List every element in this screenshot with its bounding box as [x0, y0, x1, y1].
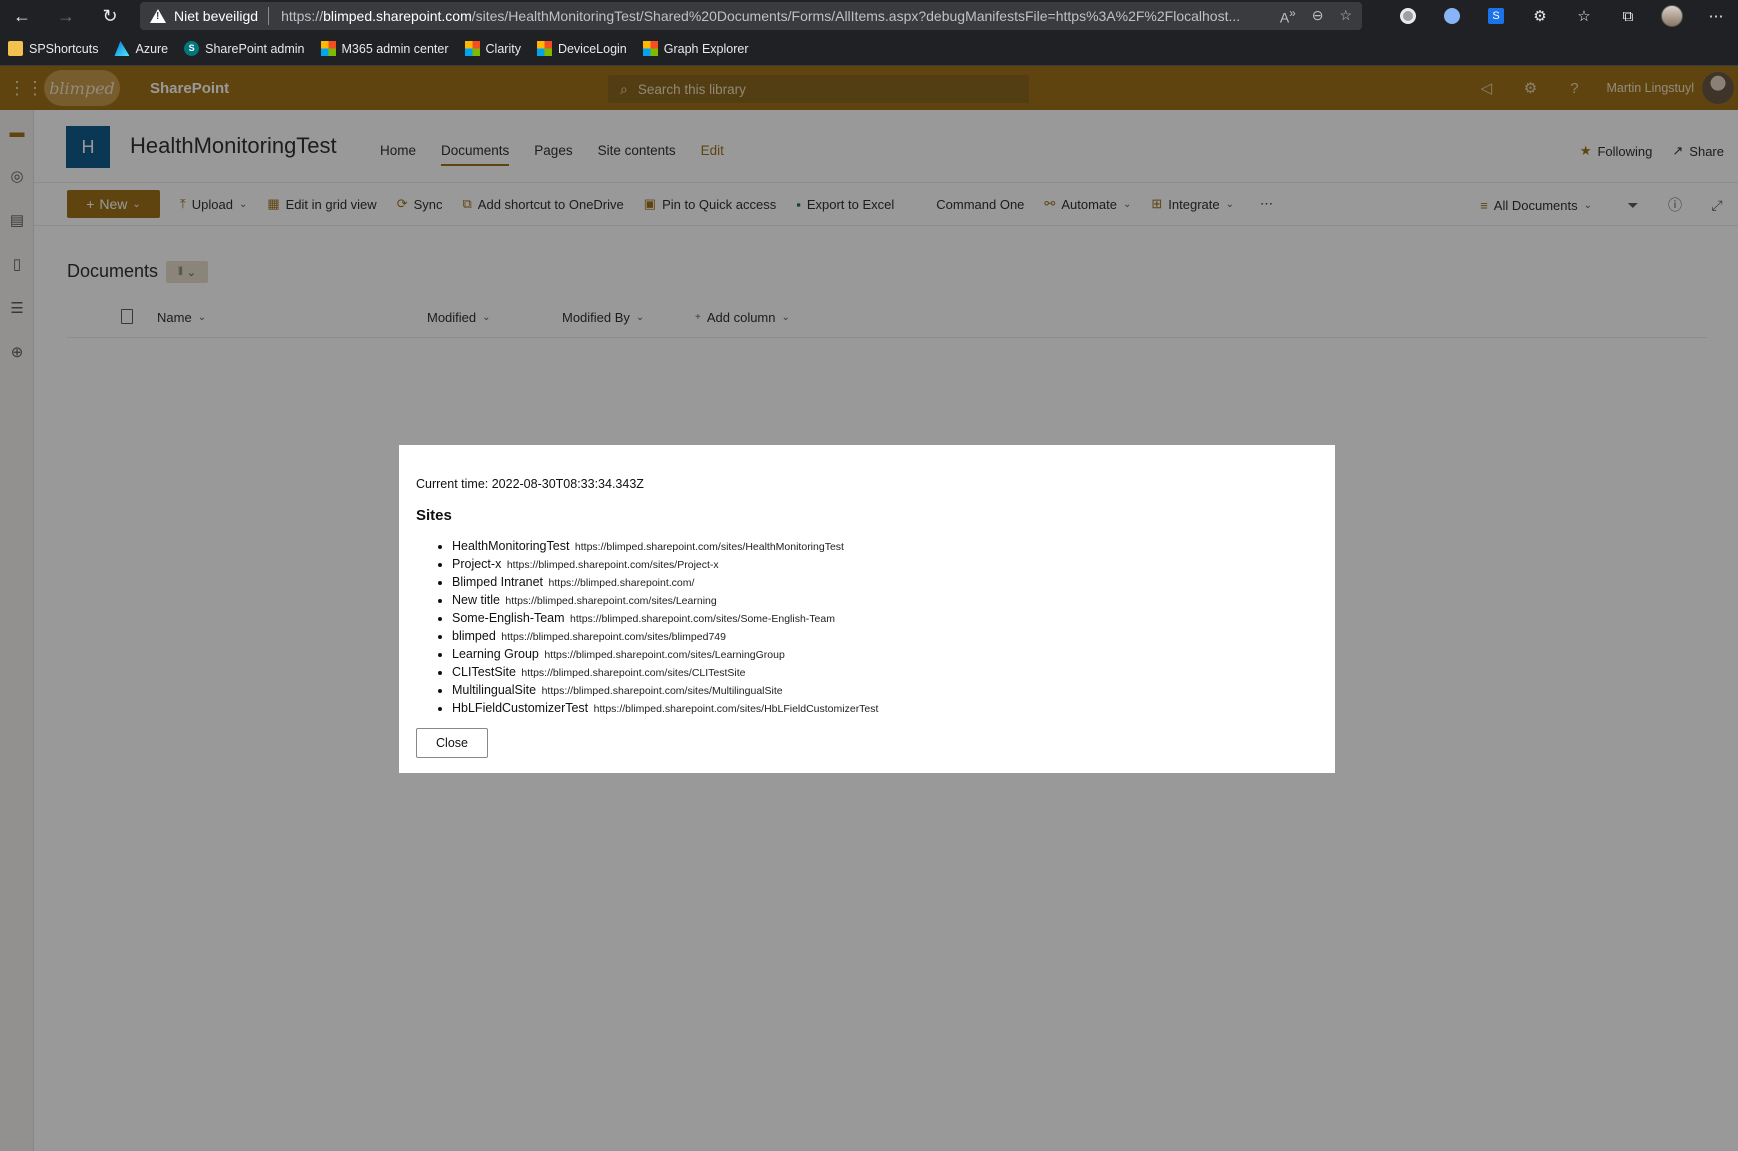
warning-icon[interactable]: [150, 9, 166, 23]
sites-dialog: Current time: 2022-08-30T08:33:34.343Z S…: [399, 445, 1335, 773]
close-button[interactable]: Close: [416, 728, 488, 758]
favorites-icon[interactable]: ☆: [1562, 0, 1606, 32]
bookmark-m365-admin[interactable]: M365 admin center: [320, 41, 449, 56]
bookmark-sharepoint-admin[interactable]: S SharePoint admin: [184, 41, 305, 56]
list-item: HealthMonitoringTest https://blimped.sha…: [452, 538, 1318, 556]
list-item: HbLFieldCustomizerTest https://blimped.s…: [452, 700, 1318, 718]
list-item: blimped https://blimped.sharepoint.com/s…: [452, 628, 1318, 646]
more-menu-icon[interactable]: ⋯: [1694, 0, 1738, 32]
extension-globe-icon[interactable]: [1430, 0, 1474, 32]
refresh-icon[interactable]: ↻: [88, 0, 132, 32]
microsoft-icon: [642, 41, 658, 56]
bookmark-graph-explorer[interactable]: Graph Explorer: [642, 41, 749, 56]
zoom-icon[interactable]: ⊖: [1312, 7, 1324, 26]
extensions-puzzle-icon[interactable]: ⚙: [1518, 0, 1562, 32]
add-favorite-icon[interactable]: ☆: [1339, 7, 1352, 26]
security-label[interactable]: Niet beveiligd: [174, 8, 258, 24]
list-item: Project-x https://blimped.sharepoint.com…: [452, 556, 1318, 574]
list-item: Blimped Intranet https://blimped.sharepo…: [452, 574, 1318, 592]
back-icon[interactable]: ←: [0, 0, 44, 32]
list-item: Some-English-Team https://blimped.sharep…: [452, 610, 1318, 628]
bookmark-devicelogin[interactable]: DeviceLogin: [536, 41, 627, 56]
current-time: Current time: 2022-08-30T08:33:34.343Z: [416, 477, 644, 491]
bookmark-azure[interactable]: Azure: [114, 41, 168, 56]
list-item: MultilingualSite https://blimped.sharepo…: [452, 682, 1318, 700]
microsoft-icon: [464, 41, 480, 56]
collections-icon[interactable]: ⧉: [1606, 0, 1650, 32]
address-bar[interactable]: Niet beveiligd https://blimped.sharepoin…: [140, 2, 1362, 30]
azure-icon: [114, 41, 130, 56]
microsoft-icon: [320, 41, 336, 56]
dialog-heading: Sites: [416, 507, 452, 524]
profile-avatar[interactable]: [1650, 0, 1694, 32]
list-item: Learning Group https://blimped.sharepoin…: [452, 646, 1318, 664]
list-item: CLITestSite https://blimped.sharepoint.c…: [452, 664, 1318, 682]
bookmarks-bar: SPShortcuts Azure S SharePoint admin M365…: [0, 32, 1738, 66]
list-item: New title https://blimped.sharepoint.com…: [452, 592, 1318, 610]
bookmark-clarity[interactable]: Clarity: [464, 41, 521, 56]
folder-icon: [8, 41, 23, 56]
read-aloud-icon[interactable]: A»: [1280, 7, 1296, 26]
sharepoint-icon: S: [184, 41, 200, 56]
extension-s-icon[interactable]: S: [1474, 0, 1518, 32]
url-text[interactable]: https://blimped.sharepoint.com/sites/Hea…: [281, 8, 1268, 24]
extension-icon[interactable]: [1386, 0, 1430, 32]
microsoft-icon: [536, 41, 552, 56]
browser-toolbar: ← → ↻ Niet beveiligd https://blimped.sha…: [0, 0, 1738, 32]
sites-list: HealthMonitoringTest https://blimped.sha…: [416, 538, 1318, 718]
forward-icon[interactable]: →: [44, 0, 88, 32]
address-divider: [268, 7, 270, 25]
bookmark-spshortcuts[interactable]: SPShortcuts: [8, 41, 98, 56]
